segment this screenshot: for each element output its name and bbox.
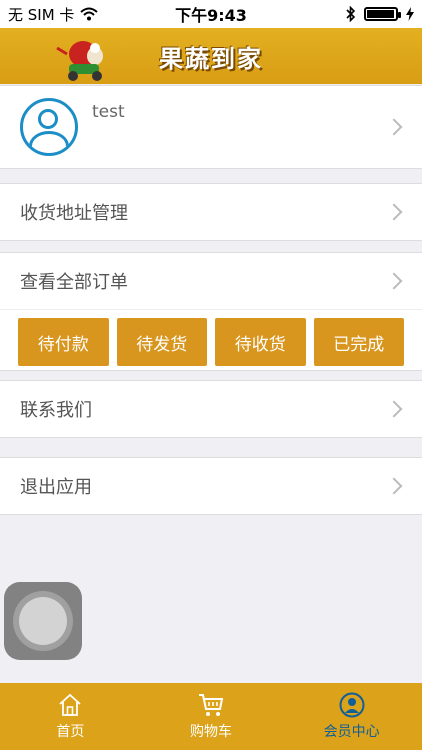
- all-orders-row[interactable]: 查看全部订单: [0, 253, 422, 309]
- tab-member-center-label: 会员中心: [323, 724, 380, 740]
- tab-cart[interactable]: 购物车: [151, 692, 271, 741]
- address-section: 收货地址管理: [0, 183, 422, 241]
- address-management-label: 收货地址管理: [20, 203, 128, 224]
- profile-info: test: [20, 98, 125, 156]
- assistive-touch-icon: [19, 597, 67, 645]
- logout-label: 退出应用: [20, 477, 92, 498]
- avatar: [20, 98, 78, 156]
- pending-receipt-button[interactable]: 待收货: [215, 318, 306, 366]
- home-icon: [59, 693, 81, 716]
- logout-section: 退出应用: [0, 457, 422, 515]
- username: test: [92, 102, 125, 122]
- profile-section: test: [0, 85, 422, 169]
- tab-cart-label: 购物车: [189, 724, 232, 740]
- orders-section: 查看全部订单 待付款 待发货 待收货 已完成: [0, 252, 422, 371]
- tab-home-label: 首页: [56, 724, 85, 740]
- chevron-right-icon: [385, 203, 403, 221]
- tab-member-center[interactable]: 会员中心: [292, 692, 412, 741]
- logout-row[interactable]: 退出应用: [0, 458, 422, 514]
- contact-us-label: 联系我们: [20, 400, 92, 421]
- completed-button[interactable]: 已完成: [313, 318, 404, 366]
- app-header: 果蔬到家: [0, 28, 422, 84]
- all-orders-label: 查看全部订单: [20, 272, 128, 293]
- order-status-buttons: 待付款 待发货 待收货 已完成: [0, 309, 422, 370]
- chevron-right-icon: [385, 118, 403, 136]
- pending-shipment-button[interactable]: 待发货: [116, 318, 207, 366]
- chevron-right-icon: [385, 400, 403, 418]
- battery-icon: [364, 7, 401, 21]
- tab-bar: 首页 购物车 会员中心: [0, 683, 422, 750]
- assistive-touch-button[interactable]: [4, 582, 82, 660]
- status-time: 下午9:43: [175, 6, 247, 25]
- address-management-row[interactable]: 收货地址管理: [0, 184, 422, 240]
- contact-section: 联系我们: [0, 380, 422, 438]
- chevron-right-icon: [385, 272, 403, 290]
- tab-home[interactable]: 首页: [10, 692, 130, 741]
- mascot-logo: [56, 41, 103, 81]
- cart-icon: [198, 694, 224, 716]
- profile-row[interactable]: test: [0, 86, 422, 168]
- pending-payment-button[interactable]: 待付款: [18, 318, 109, 366]
- status-bar: 无 SIM 卡 下午9:43: [0, 0, 422, 28]
- contact-us-row[interactable]: 联系我们: [0, 381, 422, 437]
- member-icon: [339, 692, 365, 718]
- chevron-right-icon: [385, 477, 403, 495]
- app-title: 果蔬到家: [159, 43, 263, 73]
